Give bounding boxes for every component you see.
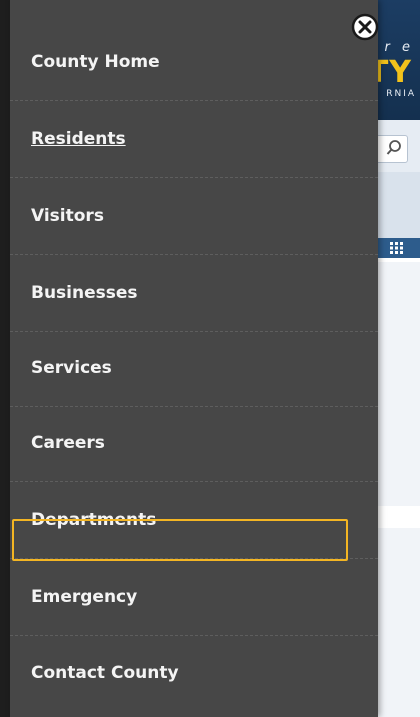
menu-item-services[interactable]: Services bbox=[10, 330, 378, 407]
menu-item-label: Services bbox=[31, 358, 112, 378]
menu-item-businesses[interactable]: Businesses bbox=[10, 255, 378, 332]
menu-item-label: County Home bbox=[31, 52, 160, 72]
menu-item-residents[interactable]: Residents bbox=[10, 101, 378, 178]
search-icon[interactable] bbox=[385, 139, 403, 157]
menu-item-contact-county[interactable]: Contact County bbox=[10, 634, 378, 711]
menu-item-visitors[interactable]: Visitors bbox=[10, 178, 378, 255]
content-panel bbox=[372, 528, 420, 717]
slide-out-menu: County Home Residents Visitors Businesse… bbox=[10, 0, 380, 717]
menu-item-county-home[interactable]: County Home bbox=[10, 24, 378, 101]
site-header-state: RNIA bbox=[386, 89, 416, 99]
viewport: r e TY RNIA County Home Residents Visito… bbox=[0, 0, 420, 717]
menu-item-departments[interactable]: Departments bbox=[10, 482, 378, 561]
window-edge bbox=[0, 0, 10, 717]
menu-item-label: Emergency bbox=[31, 587, 138, 607]
menu-item-label: Businesses bbox=[31, 283, 138, 303]
content-panel bbox=[372, 262, 420, 506]
grid-icon[interactable] bbox=[390, 242, 403, 254]
menu-item-label: Contact County bbox=[31, 662, 179, 683]
menu-item-label: Residents bbox=[31, 129, 126, 149]
menu-item-careers[interactable]: Careers bbox=[10, 405, 378, 482]
site-header-tagline: r e bbox=[384, 40, 414, 55]
menu-item-emergency[interactable]: Emergency bbox=[10, 559, 378, 636]
close-icon[interactable] bbox=[350, 12, 380, 42]
menu-item-label: Careers bbox=[31, 433, 105, 453]
menu-item-label: Departments bbox=[31, 510, 157, 530]
menu-item-label: Visitors bbox=[31, 206, 104, 226]
